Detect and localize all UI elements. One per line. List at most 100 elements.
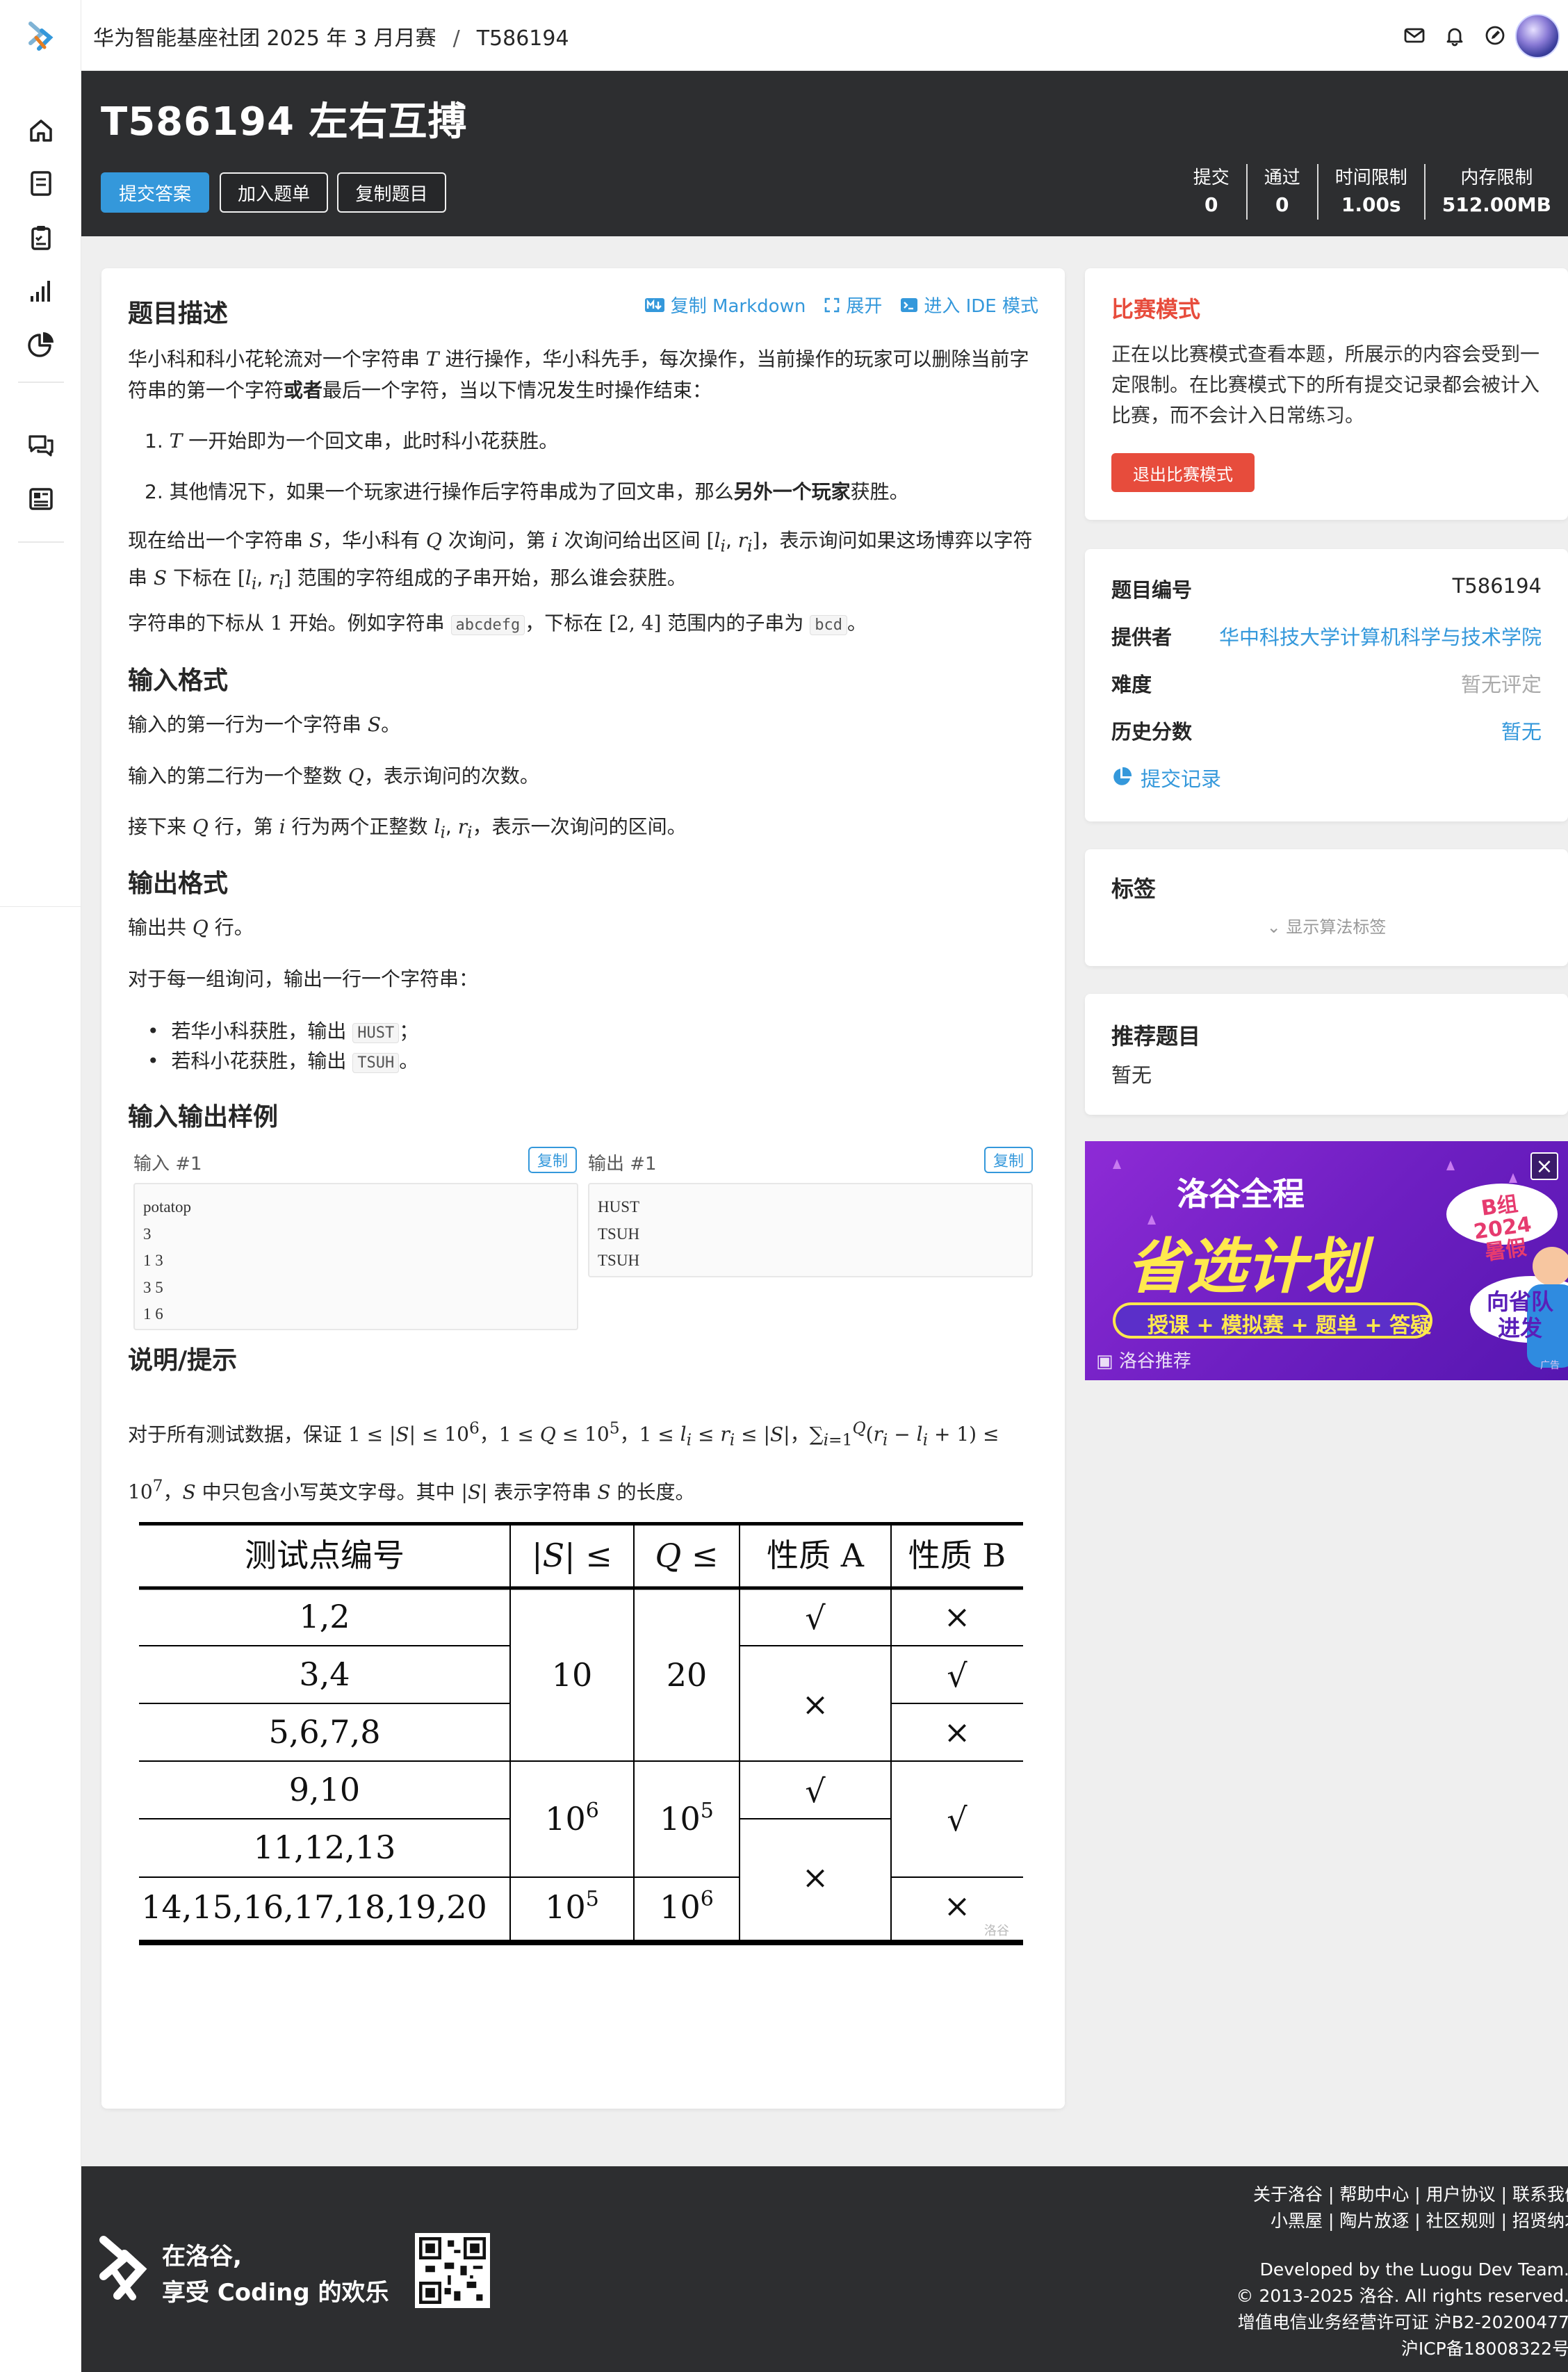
table-cell: 105: [545, 1887, 599, 1926]
contest-mode-text: 正在以比赛模式查看本题，所展示的内容会受到一定限制。在比赛模式下的所有提交记录都…: [1111, 343, 1540, 427]
sample-input-box[interactable]: potatop 3 1 3 3 5 1 6: [133, 1183, 578, 1330]
output-line-1: 输出共 Q 行。: [128, 916, 254, 939]
home-icon[interactable]: [22, 111, 60, 150]
output-bullet-1: • 若华小科获胜，输出 HUST；: [147, 1020, 419, 1043]
sample-output-box[interactable]: HUST TSUH TSUH: [588, 1183, 1033, 1277]
chevron-down-icon: ⌄: [1266, 917, 1287, 937]
sidebar-divider: [18, 541, 64, 543]
check-mark: √: [805, 1599, 826, 1637]
problem-stats: 提交 0 通过 0 时间限制 1.00s 内存限制 512.00MB: [1177, 164, 1568, 220]
description-paragraph-2: 现在给出一个字符串 S，华小科有 Q 次询问，第 i 次询问给出区间 [li, …: [128, 529, 1033, 594]
provider-link[interactable]: 华中科技大学计算机科学与技术学院: [1219, 621, 1542, 651]
footer-icp[interactable]: 沪ICP备18008322号: [1236, 2336, 1568, 2362]
record-pie-icon[interactable]: [22, 325, 60, 364]
bell-icon[interactable]: [1443, 24, 1467, 47]
ranking-bars-icon[interactable]: [22, 271, 60, 310]
advertisement-banner[interactable]: 洛谷全程 省选计划 B组 2024暑假 授课 + 模拟赛 + 题单 + 答疑 向…: [1085, 1141, 1568, 1380]
recommended-value: 暂无: [1111, 1063, 1152, 1087]
history-score-link[interactable]: 暂无: [1501, 716, 1542, 745]
problems-book-icon[interactable]: [22, 164, 60, 203]
problem-info-card: 题目编号 T586194 提供者 华中科技大学计算机科学与技术学院 难度 暂无评定 历…: [1085, 549, 1568, 821]
table-header: 测试点编号: [245, 1537, 405, 1574]
ide-mode-link[interactable]: 进入 IDE 模式: [900, 292, 1038, 318]
breadcrumb-problem[interactable]: T586194: [477, 26, 569, 51]
expand-link[interactable]: 展开: [824, 292, 882, 318]
stat-key: 内存限制: [1460, 167, 1533, 188]
footer-copyright-line: © 2013-2025 洛谷. All rights reserved.: [1236, 2286, 1568, 2306]
pie-chart-icon: [1113, 767, 1132, 785]
info-key: 历史分数: [1111, 720, 1193, 744]
table-cell: 10: [552, 1656, 593, 1694]
ad-close-button[interactable]: ×: [1530, 1152, 1558, 1180]
testcase-table-graphic: 测试点编号 |S| ≤ Q ≤ 性质 A 性质 B 1,2 3,4 5,6,7,…: [139, 1521, 1023, 1945]
info-value: T586194: [1452, 574, 1542, 598]
table-cell: 20: [667, 1656, 708, 1694]
stat-value: 512.00MB: [1442, 193, 1551, 216]
copy-markdown-label: 复制 Markdown: [670, 296, 806, 317]
stat-key: 时间限制: [1334, 167, 1407, 188]
show-tags-label: 显示算法标签: [1286, 917, 1387, 937]
ad-features: 授课 + 模拟赛 + 题单 + 答疑: [1148, 1314, 1432, 1338]
info-row-id: 题目编号 T586194: [1111, 574, 1542, 602]
show-algorithm-tags-toggle[interactable]: ⌄ 显示算法标签: [1085, 913, 1568, 938]
copy-sample-output-button[interactable]: 复制: [984, 1147, 1033, 1173]
user-avatar[interactable]: [1515, 14, 1560, 58]
table-header: Q ≤: [655, 1537, 719, 1574]
developed-prefix: Developed by the: [1259, 2259, 1420, 2280]
submit-answer-button[interactable]: 提交答案: [101, 172, 209, 213]
submission-records-link[interactable]: 提交记录: [1111, 763, 1542, 791]
terminal-icon: [901, 297, 918, 312]
stat-key: 通过: [1264, 167, 1300, 188]
luogu-logo[interactable]: [21, 17, 60, 56]
copy-sample-input-button[interactable]: 复制: [528, 1147, 577, 1173]
footer-license[interactable]: 增值电信业务经营许可证 沪B2-20200477: [1236, 2309, 1568, 2336]
copy-markdown-link[interactable]: 复制 Markdown: [644, 292, 806, 318]
ad-brand: 洛谷全程: [1177, 1175, 1305, 1213]
add-to-list-button[interactable]: 加入题单: [220, 172, 328, 213]
top-icons: [1403, 24, 1507, 47]
ad-badge: B组 2024暑假: [1472, 1191, 1533, 1266]
description-list-item-2: 2. 其他情况下，如果一个玩家进行操作后字符串成为了回文串，那么另外一个玩家获胜…: [145, 480, 909, 503]
stat-accepted: 通过 0: [1246, 164, 1317, 220]
table-cell: 5,6,7,8: [269, 1713, 381, 1751]
mail-icon[interactable]: [1403, 24, 1426, 47]
qr-code-graphic: [419, 2237, 486, 2304]
table-watermark: 洛谷: [984, 1924, 1009, 1938]
cross-mark: ×: [944, 1598, 971, 1635]
problem-actions: 复制 Markdown 展开 进入 IDE 模式: [644, 292, 1038, 318]
discussion-chat-icon[interactable]: [22, 425, 60, 464]
table-header: |S| ≤: [532, 1537, 612, 1574]
cross-mark: ×: [802, 1858, 829, 1896]
copy-problem-button[interactable]: 复制题目: [337, 172, 446, 213]
exit-contest-mode-button[interactable]: 退出比赛模式: [1111, 453, 1255, 492]
table-cell: 3,4: [299, 1655, 350, 1693]
inline-code: TSUH: [352, 1053, 400, 1073]
sidebar: [0, 0, 81, 2372]
recommended-title: 推荐题目: [1111, 1023, 1201, 1049]
problem-title: T586194 左右互搏: [101, 99, 468, 145]
ad-footer-label: ▣ 洛谷推荐: [1096, 1347, 1191, 1373]
news-article-icon[interactable]: [22, 480, 60, 518]
info-key: 难度: [1111, 673, 1152, 696]
problem-header: T586194 左右互搏 提交答案 加入题单 复制题目 提交 0 通过 0 时间限制…: [81, 71, 1568, 236]
submission-records-label: 提交记录: [1141, 767, 1222, 791]
table-header: 性质 B: [908, 1537, 1006, 1574]
contest-clipboard-icon[interactable]: [22, 218, 60, 257]
stat-value: 0: [1275, 193, 1289, 216]
table-cell: 11,12,13: [254, 1829, 396, 1866]
sample-output-label: 输出 #1: [588, 1154, 657, 1175]
info-key: 题目编号: [1111, 578, 1193, 602]
footer-links-line-2[interactable]: 小黑屋 | 陶片放逐 | 社区规则 | 招贤纳才: [1253, 2208, 1568, 2234]
dev-team-link[interactable]: Luogu Dev Team.: [1419, 2259, 1568, 2280]
footer-links-line-1[interactable]: 关于洛谷 | 帮助中心 | 用户协议 | 联系我们: [1253, 2182, 1568, 2208]
breadcrumb-contest-link[interactable]: 华为智能基座社团 2025 年 3 月月赛: [93, 26, 436, 51]
ad-footer-text: 洛谷推荐: [1118, 1351, 1191, 1372]
output-line-2: 对于每一组询问，输出一行一个字符串：: [128, 967, 479, 990]
stat-key: 提交: [1193, 167, 1230, 188]
ad-headline: 省选计划: [1127, 1232, 1366, 1302]
difficulty-value: 暂无评定: [1460, 673, 1542, 696]
edit-pen-icon[interactable]: [1483, 24, 1507, 47]
ad-corner-label: 广告: [1540, 1360, 1560, 1371]
table-cell: 14,15,16,17,18,19,20: [141, 1888, 487, 1926]
footer-developed: Developed by the Luogu Dev Team.: [1236, 2257, 1568, 2283]
